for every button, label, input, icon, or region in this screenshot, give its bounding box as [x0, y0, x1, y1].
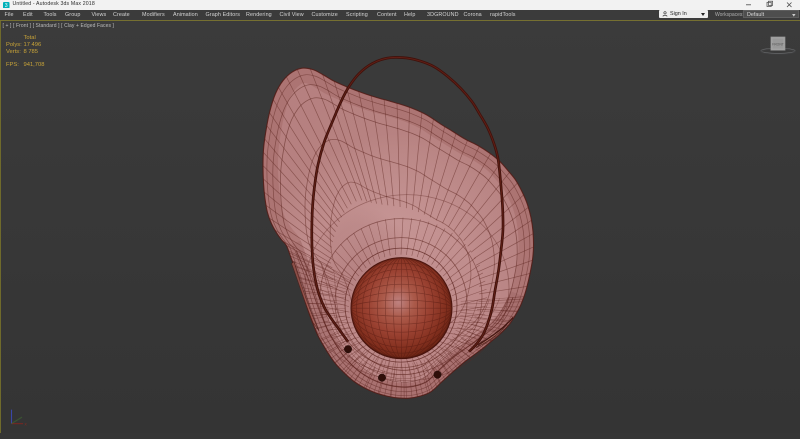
- svg-text:x: x: [25, 421, 28, 426]
- svg-text:3: 3: [5, 3, 8, 8]
- svg-text:FRONT: FRONT: [772, 42, 784, 46]
